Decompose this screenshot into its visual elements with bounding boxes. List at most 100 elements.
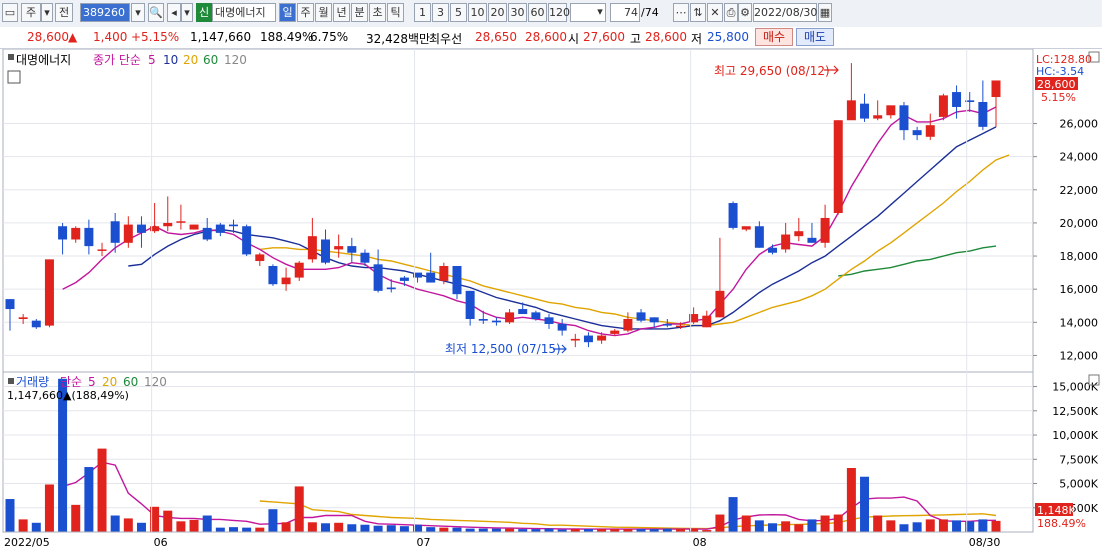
volume-ratio: 188.49% <box>260 30 314 44</box>
volume-bar <box>925 519 935 532</box>
interval-3[interactable]: 3 <box>432 3 449 22</box>
calendar-icon[interactable]: ▦ <box>818 3 832 22</box>
candle-body <box>675 325 685 328</box>
change-pct: +5.15% <box>131 30 180 44</box>
print-icon[interactable]: ⎙ <box>724 3 738 22</box>
up-arrow-icon: ▲ <box>68 30 78 44</box>
x-tick-label: 08/30 <box>969 536 1001 549</box>
volume-bar <box>97 448 107 532</box>
speaker-icon[interactable]: ◂ <box>167 3 181 22</box>
interval-10[interactable]: 10 <box>468 3 487 22</box>
candle-body <box>294 262 304 278</box>
period-2[interactable]: 월 <box>315 3 332 22</box>
tool-icon[interactable]: ⋯ <box>673 3 689 22</box>
volume-bar <box>833 514 843 532</box>
interval-1[interactable]: 1 <box>414 3 431 22</box>
chart-type-icon[interactable]: ▭ <box>2 3 18 22</box>
volume-bar <box>938 519 948 532</box>
mode-button[interactable]: 전 <box>55 3 73 22</box>
volume-bar <box>991 520 1001 532</box>
chart-icon[interactable]: ✕ <box>707 3 723 22</box>
price-tick-label: 18,000 <box>1060 250 1099 263</box>
annotation-low: 최저 12,500 (07/15) <box>445 342 561 356</box>
compare-icon[interactable]: ⇅ <box>690 3 706 22</box>
volume-bar <box>347 524 357 532</box>
candle-body <box>925 125 935 137</box>
candle-body <box>912 130 922 136</box>
volume-bar <box>846 468 856 532</box>
candle-body <box>215 224 225 233</box>
candle-body <box>307 236 317 260</box>
candle-body <box>557 323 567 331</box>
volume-bar <box>255 527 265 532</box>
chart-area[interactable]: 26,000 24,000 22,000 20,000 18,000 16,000 14,0… <box>0 49 1102 550</box>
candle-body <box>242 226 252 255</box>
candle-body <box>715 290 725 318</box>
candle-body <box>426 272 436 283</box>
volume-bar <box>189 519 199 532</box>
candle-body <box>597 335 607 341</box>
period-0[interactable]: 일 <box>279 3 296 22</box>
volume-pct-label: 188.49% <box>1037 517 1086 530</box>
legend-volume: 거래량 <box>16 375 49 389</box>
candle-body <box>478 318 488 321</box>
x-tick-label: 2022/05 <box>4 536 50 549</box>
legend-box-icon <box>8 54 14 60</box>
volume-bar <box>505 528 515 532</box>
volume-bar <box>44 484 54 532</box>
count-input[interactable]: 74 <box>610 3 640 22</box>
period-3[interactable]: 년 <box>333 3 350 22</box>
volume-bar <box>768 523 778 532</box>
volume-bar <box>136 522 146 532</box>
settings-icon[interactable]: ⚙ <box>738 3 752 22</box>
interval-5[interactable]: 5 <box>450 3 467 22</box>
candle-body <box>84 227 94 247</box>
legend-ma5: 5 <box>148 53 156 67</box>
price-tick-label: 22,000 <box>1060 184 1099 197</box>
quote-bar: 28,600 ▲ 1,400 +5.15% 1,147,660 188.49% … <box>0 27 1102 49</box>
volume-tick-label: 7,500K <box>1059 453 1098 466</box>
candle-body <box>71 227 81 240</box>
candle-body <box>978 102 988 127</box>
period-4[interactable]: 분 <box>351 3 368 22</box>
legend-ma20: 20 <box>183 53 198 67</box>
interval-120[interactable]: 120 <box>548 3 570 22</box>
candle-body <box>465 290 475 319</box>
market-dropdown-icon[interactable]: ▾ <box>41 3 53 22</box>
candle-body <box>163 222 173 227</box>
volume-bar <box>176 521 186 532</box>
price-tick-label: 16,000 <box>1060 283 1099 296</box>
candle-body <box>123 224 133 243</box>
period-5[interactable]: 초 <box>369 3 386 22</box>
interval-30[interactable]: 30 <box>508 3 527 22</box>
candle-body <box>189 224 199 230</box>
price-tag-label: 28,600 <box>1037 78 1076 91</box>
date-input[interactable]: 2022/08/30 <box>753 3 817 22</box>
candle-body <box>31 320 41 328</box>
code-input[interactable]: 389260 <box>80 3 130 22</box>
price: 28,600 <box>27 30 69 44</box>
candle-body <box>794 231 804 237</box>
interval-60[interactable]: 60 <box>528 3 547 22</box>
candle-body <box>873 115 883 119</box>
buy-button[interactable]: 매수 <box>755 28 793 46</box>
interval-dropdown-icon[interactable]: ▾ <box>594 3 606 22</box>
candle-body <box>649 317 659 323</box>
volume-bar <box>294 486 304 532</box>
candle-body <box>334 246 344 250</box>
toolbar: ▭ 주 ▾ 전 389260 ▾ 🔍 ◂ ▾ 신 대명에너지 ▾ 74 /74 … <box>0 0 1102 28</box>
period-1[interactable]: 주 <box>297 3 314 22</box>
volume-bar <box>281 522 291 532</box>
sell-button[interactable]: 매도 <box>796 28 834 46</box>
interval-20[interactable]: 20 <box>488 3 507 22</box>
candle-body <box>886 105 896 116</box>
volume-bar <box>662 528 672 532</box>
speaker-dropdown-icon[interactable]: ▾ <box>181 3 193 22</box>
period-6[interactable]: 틱 <box>387 3 404 22</box>
candle-body <box>321 239 331 263</box>
candle-body <box>531 312 541 319</box>
market-select[interactable]: 주 <box>21 3 41 22</box>
volume-bar <box>360 524 370 532</box>
code-dropdown-icon[interactable]: ▾ <box>131 3 145 22</box>
search-icon[interactable]: 🔍 <box>148 3 164 22</box>
